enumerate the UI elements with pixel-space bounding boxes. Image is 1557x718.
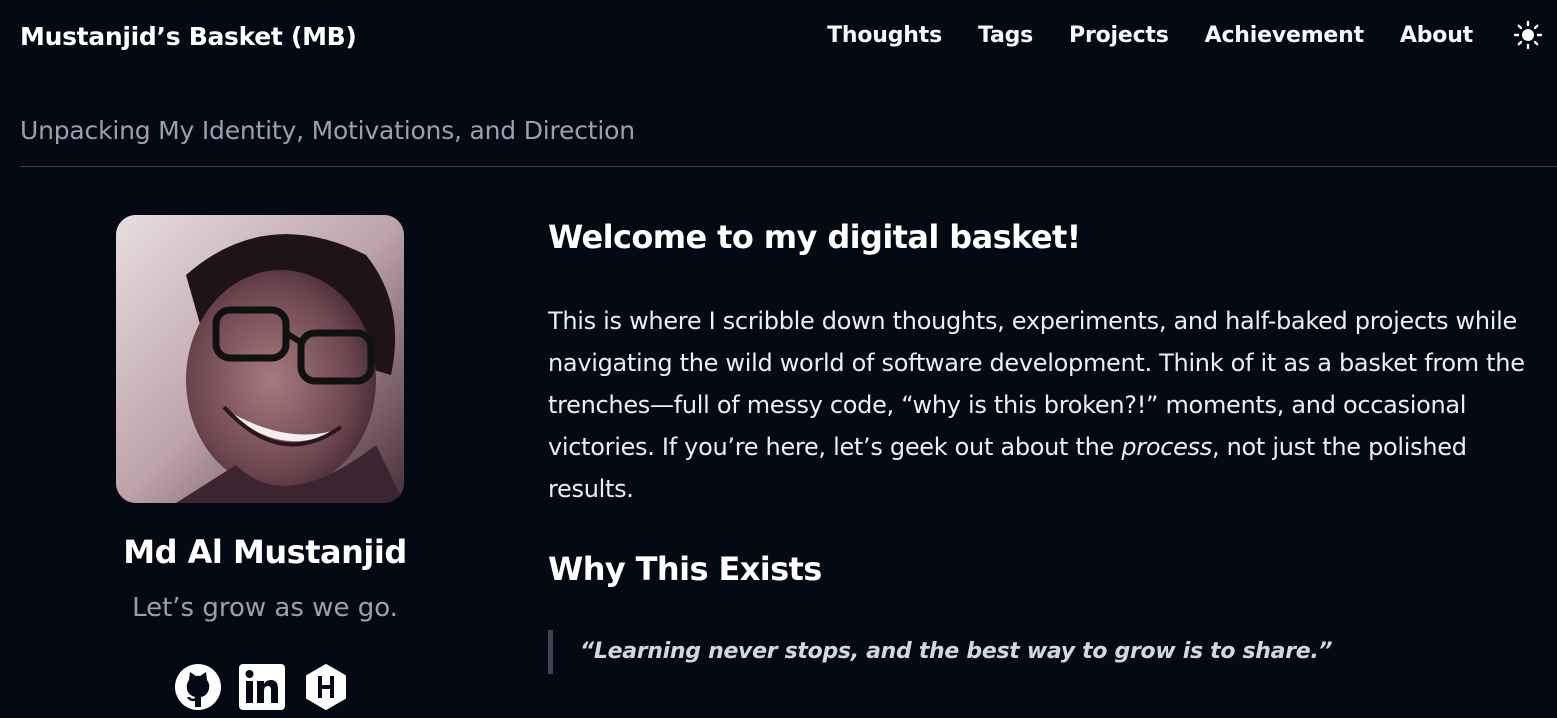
theme-toggle-button[interactable] [1513,20,1543,50]
profile-photo [116,215,404,503]
intro-paragraph: This is where I scribble down thoughts, … [548,300,1548,510]
main-nav: Thoughts Tags Projects Achievement About [827,20,1543,50]
profile-name: Md Al Mustanjid [123,533,407,571]
intro-emphasis: process [1121,433,1212,461]
hashnode-link[interactable] [302,663,350,711]
hashnode-icon [306,664,346,710]
why-heading: Why This Exists [548,550,822,588]
profile-tagline: Let’s grow as we go. [132,593,398,623]
nav-link-achievement[interactable]: Achievement [1205,23,1364,48]
github-icon [175,664,221,710]
nav-link-about[interactable]: About [1400,23,1473,48]
social-links [174,663,350,711]
sun-icon [1513,20,1543,50]
profile-photo-illustration [116,215,404,503]
site-brand-link[interactable]: Mustanjid’s Basket (MB) [20,22,357,51]
linkedin-link[interactable] [238,663,286,711]
top-navigation: Mustanjid’s Basket (MB) Thoughts Tags Pr… [0,0,1557,78]
header-divider [20,166,1557,167]
nav-link-projects[interactable]: Projects [1069,23,1169,48]
nav-link-tags[interactable]: Tags [978,23,1033,48]
learning-quote: “Learning never stops, and the best way … [548,630,1548,674]
welcome-heading: Welcome to my digital basket! [548,218,1081,256]
github-link[interactable] [174,663,222,711]
page-subtitle: Unpacking My Identity, Motivations, and … [20,116,635,145]
linkedin-icon [239,664,285,710]
nav-link-thoughts[interactable]: Thoughts [827,23,942,48]
